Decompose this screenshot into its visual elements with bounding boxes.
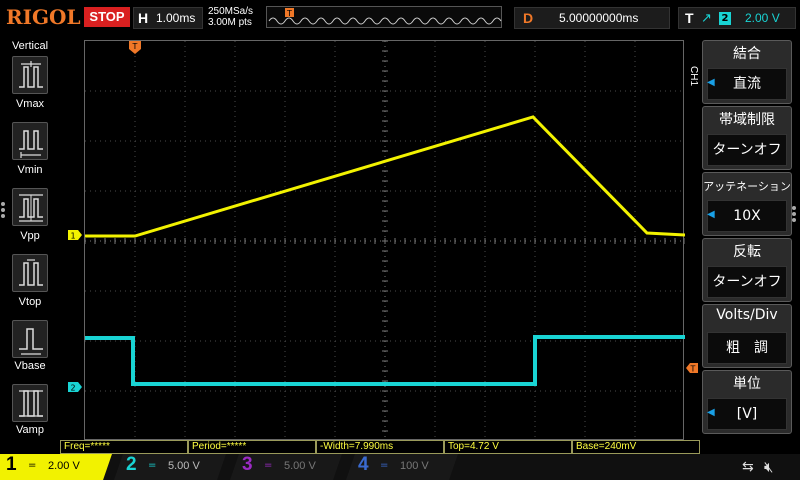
menu-attenuation[interactable]: アッテネーション 10X ◀: [702, 172, 792, 236]
measurement-base[interactable]: Base=240mV: [572, 440, 700, 454]
svg-text:T: T: [286, 9, 292, 18]
menu-channel-tag: CH1: [688, 66, 699, 87]
ch2-scale: 5.00 V: [168, 460, 200, 472]
vmax-icon: [19, 61, 43, 88]
menu-unit-title: 単位: [733, 376, 761, 392]
measurement-period[interactable]: Period=*****: [188, 440, 316, 454]
ch2-status[interactable]: 2 = 5.00 V: [114, 454, 226, 480]
mute-icon[interactable]: 🔇︎: [764, 458, 773, 476]
usb-icon: ⇆: [742, 459, 754, 475]
measure-vtop-label: Vtop: [18, 296, 42, 308]
ch4-status[interactable]: 4 = 100 V: [346, 454, 458, 480]
menu-volts-div-value: 粗 調: [707, 332, 787, 364]
svg-text:2: 2: [70, 384, 75, 393]
vamp-icon: [19, 390, 43, 417]
measurement-top[interactable]: Top=4.72 V: [444, 440, 572, 454]
measurement-neg-width[interactable]: -Width=7.990ms: [316, 440, 444, 454]
measure-vbase-button[interactable]: [12, 320, 48, 358]
ch3-number: 3: [242, 454, 253, 475]
menu-volts-div[interactable]: Volts/Div 粗 調: [702, 304, 792, 368]
ch3-scale: 5.00 V: [284, 460, 316, 472]
page-dots-left: [1, 200, 7, 220]
brand-logo: RIGOL: [6, 5, 81, 29]
acquisition-info: 250MSa/s 3.00M pts: [208, 6, 253, 28]
menu-arrow-icon: ◀: [707, 209, 715, 220]
menu-invert[interactable]: 反転 ターンオフ: [702, 238, 792, 302]
memory-position-bar[interactable]: T: [266, 6, 502, 28]
ch4-number: 4: [358, 454, 369, 475]
memory-overview: T: [268, 8, 502, 25]
vpp-icon: [19, 194, 43, 222]
vbase-icon: [19, 328, 43, 355]
menu-attenuation-title: アッテネーション: [703, 180, 791, 193]
ch2-number: 2: [126, 454, 137, 475]
measurement-freq[interactable]: Freq=*****: [60, 440, 188, 454]
measure-vpp-label: Vpp: [20, 230, 40, 242]
trigger-label: T: [685, 10, 694, 26]
measure-vpp-button[interactable]: [12, 188, 48, 226]
ch1-status[interactable]: 1 = 2.00 V: [0, 454, 112, 480]
measure-vmin-label: Vmin: [17, 164, 43, 176]
ch4-scale: 100 V: [400, 460, 429, 472]
measure-panel-title: Vertical: [11, 40, 49, 52]
ch1-number: 1: [6, 454, 17, 475]
channel-offset-markers: 1 2: [68, 230, 82, 393]
vmin-icon: [19, 130, 43, 158]
trigger-source-badge: 2: [719, 12, 731, 25]
waveform-svg: [85, 41, 685, 441]
trigger-delay-box[interactable]: D 5.00000000ms: [514, 7, 670, 29]
trigger-position-marker[interactable]: T: [128, 40, 142, 56]
waveform-display[interactable]: [84, 40, 685, 441]
measure-vbase-label: Vbase: [14, 360, 46, 372]
ch3-status[interactable]: 3 = 5.00 V: [230, 454, 342, 480]
svg-text:T: T: [690, 365, 696, 374]
trigger-settings-box[interactable]: T ↗ 2 2.00 V: [678, 7, 796, 29]
dc-coupling-icon: =: [264, 460, 273, 471]
menu-coupling-title: 結合: [733, 46, 761, 62]
rising-edge-icon: ↗: [701, 11, 712, 26]
menu-coupling-value: 直流: [707, 68, 787, 100]
delay-value: 5.00000000ms: [559, 11, 639, 25]
dc-coupling-icon: =: [148, 460, 157, 471]
measure-panel: Vertical Vmax Vmin Vpp Vtop Vbase Vamp: [0, 36, 60, 440]
dc-coupling-icon: =: [380, 460, 389, 471]
menu-bandwidth-value: ターンオフ: [707, 134, 787, 166]
measure-vamp-label: Vamp: [16, 424, 44, 436]
menu-invert-value: ターンオフ: [707, 266, 787, 298]
measure-vamp-button[interactable]: [12, 384, 48, 422]
svg-text:1: 1: [70, 232, 75, 241]
run-stop-status[interactable]: STOP: [84, 7, 130, 27]
menu-coupling[interactable]: 結合 直流 ◀: [702, 40, 792, 104]
menu-bandwidth-limit[interactable]: 帯域制限 ターンオフ: [702, 106, 792, 170]
menu-unit-value: [V]: [707, 398, 787, 430]
channel-status-bar: 1 = 2.00 V 2 = 5.00 V 3 = 5.00 V 4 = 100…: [0, 454, 800, 480]
top-status-bar: RIGOL STOP H 1.00ms 250MSa/s 3.00M pts T…: [0, 0, 800, 36]
timebase-label: H: [138, 10, 149, 26]
dc-coupling-icon: =: [28, 460, 37, 471]
sample-rate: 250MSa/s: [208, 6, 254, 17]
ch1-scale: 2.00 V: [48, 460, 80, 472]
page-dots-right: [792, 204, 798, 224]
menu-invert-title: 反転: [733, 244, 761, 260]
menu-bandwidth-title: 帯域制限: [719, 112, 775, 128]
memory-depth: 3.00M pts: [208, 17, 252, 28]
timebase-value: 1.00ms: [156, 11, 196, 25]
delay-label: D: [523, 10, 534, 26]
svg-text:T: T: [132, 42, 138, 51]
menu-unit[interactable]: 単位 [V] ◀: [702, 370, 792, 434]
measure-vtop-button[interactable]: [12, 254, 48, 292]
channel-menu: 結合 直流 ◀ 帯域制限 ターンオフ アッテネーション 10X ◀ 反転 ターン…: [702, 40, 792, 440]
menu-attenuation-value: 10X: [707, 200, 787, 232]
measure-vmin-button[interactable]: [12, 122, 48, 160]
menu-arrow-icon: ◀: [707, 407, 715, 418]
measurement-results: Freq=***** Period=***** -Width=7.990ms T…: [60, 440, 700, 454]
measure-vmax-button[interactable]: [12, 56, 48, 94]
trigger-level-marker[interactable]: T: [684, 360, 700, 376]
menu-volts-div-title: Volts/Div: [716, 307, 778, 323]
vtop-icon: [19, 259, 43, 286]
menu-arrow-icon: ◀: [707, 77, 715, 88]
measure-vmax-label: Vmax: [15, 98, 45, 110]
trigger-level: 2.00 V: [745, 11, 780, 25]
timebase-box[interactable]: H 1.00ms: [133, 7, 203, 29]
